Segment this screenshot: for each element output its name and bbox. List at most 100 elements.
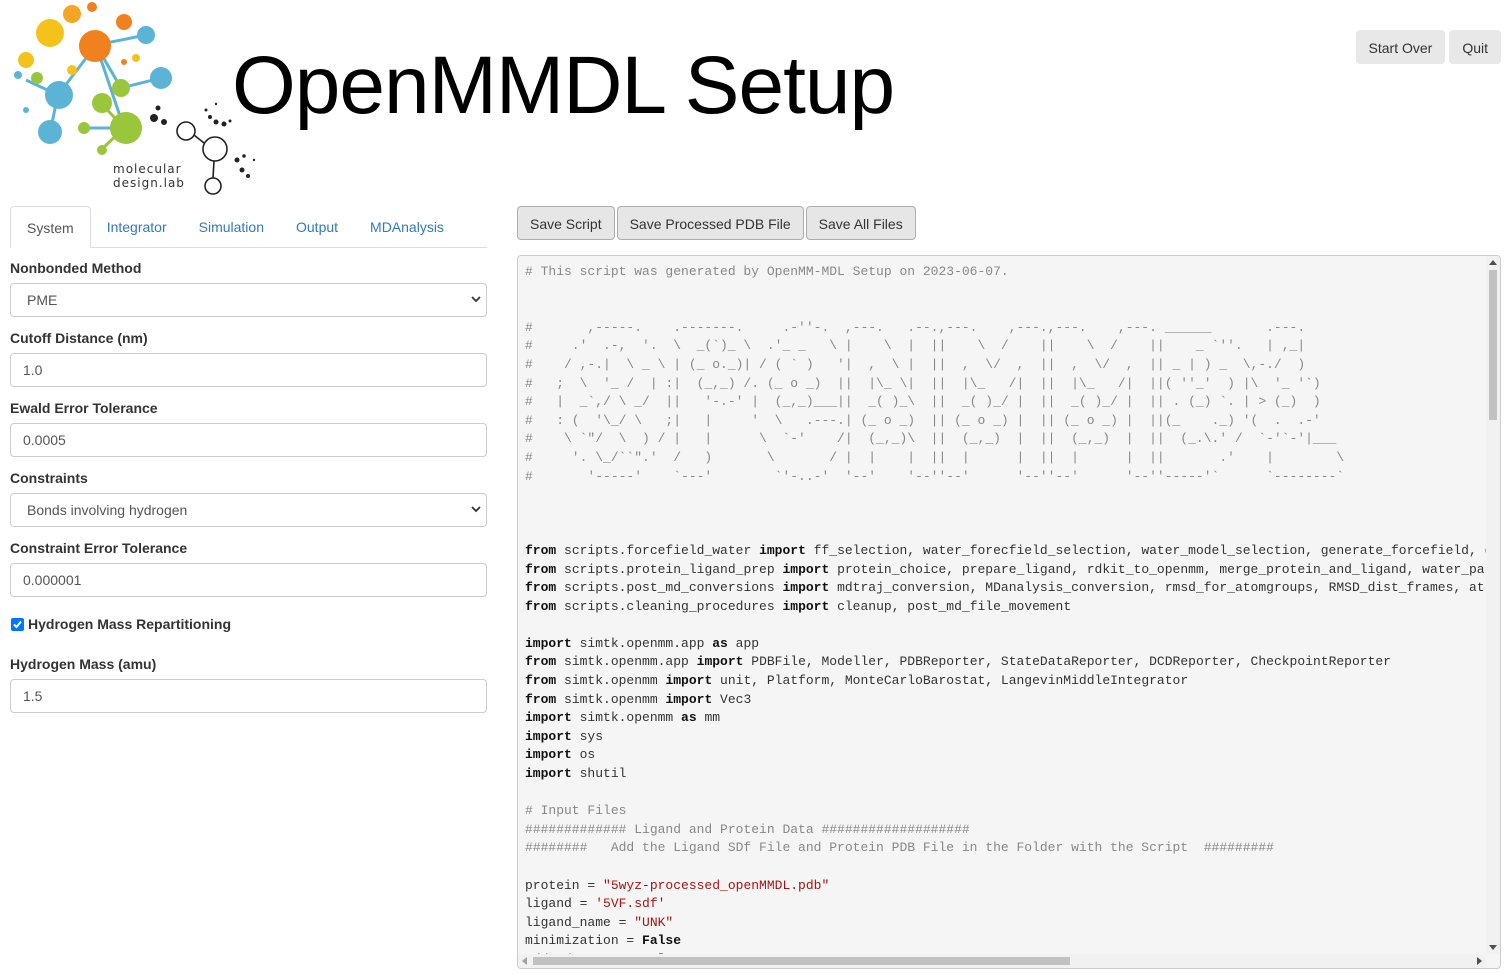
chevron-down-icon <box>471 296 481 303</box>
code-token: app <box>727 635 760 651</box>
code-token: from <box>525 542 557 558</box>
code-token: # ; \ '_ / | :| (_,_) /. (_ o _) || |\_ … <box>525 375 1321 391</box>
settings-panel: System Integrator Simulation Output MDAn… <box>10 206 487 713</box>
code-token: # '-----' `---' `'-..-' '--' '--''--' '-… <box>525 468 1345 484</box>
code-token: import <box>665 673 713 689</box>
tab-mdanalysis[interactable]: MDAnalysis <box>354 206 460 247</box>
code-line: protein = "5wyz-processed_openMMDL.pdb" <box>525 877 1486 896</box>
code-line: # | _`,/ \ _/ || '-.-' | (_,_)___|| _( )… <box>525 393 1486 412</box>
code-line: # This script was generated by OpenMM-MD… <box>525 263 1486 282</box>
tab-integrator[interactable]: Integrator <box>91 206 183 247</box>
tab-output[interactable]: Output <box>280 206 354 247</box>
code-token: scripts.post_md_conversions <box>556 580 783 596</box>
code-line: from simtk.openmm import Vec3 <box>525 691 1486 710</box>
horizontal-scroll-thumb[interactable] <box>533 957 1070 965</box>
page-title: OpenMMDL Setup <box>232 40 895 131</box>
constraint-tolerance-label: Constraint Error Tolerance <box>10 540 188 556</box>
code-token: import <box>525 635 572 651</box>
nonbonded-method-select[interactable]: PME <box>10 283 487 317</box>
ewald-tolerance-label: Ewald Error Tolerance <box>10 400 158 416</box>
hmr-row: Hydrogen Mass Repartitioning <box>10 616 487 632</box>
code-token: mm <box>696 710 721 726</box>
code-token: import <box>525 766 572 782</box>
tab-simulation[interactable]: Simulation <box>183 206 280 247</box>
code-line: ############# Ligand and Protein Data ##… <box>525 821 1486 840</box>
code-token: # : ( '\_/ \ ;| | ' \ .---.| (_ o _) || … <box>525 412 1321 428</box>
hmr-label[interactable]: Hydrogen Mass Repartitioning <box>28 616 231 632</box>
code-token: import <box>782 580 830 596</box>
code-token: "UNK" <box>634 914 674 930</box>
code-token: simtk.openmm.app <box>556 654 697 670</box>
code-token: ligand_name = <box>525 914 635 930</box>
code-token: scripts.cleaning_procedures <box>556 598 783 614</box>
code-line: # .' .-, '. \ _(`)_ \ .'_ _ \ | \ | || \… <box>525 337 1486 356</box>
code-line: # ; \ '_ / | :| (_,_) /. (_ o _) || |\_ … <box>525 375 1486 394</box>
code-line: ligand = '5VF.sdf' <box>525 895 1486 914</box>
code-token: ############# Ligand and Protein Data ##… <box>525 821 970 837</box>
horizontal-scrollbar[interactable] <box>518 954 1486 968</box>
quit-button[interactable]: Quit <box>1449 30 1501 64</box>
code-token: # '. \_/``".' / ) \ / | | | || | | || | … <box>525 449 1345 465</box>
code-token: as <box>681 710 697 726</box>
code-line: ######## Add the Ligand SDf File and Pro… <box>525 839 1486 858</box>
hydrogen-mass-input[interactable] <box>10 679 487 713</box>
code-line: from scripts.protein_ligand_prep import … <box>525 561 1486 580</box>
code-token: import <box>525 728 572 744</box>
code-token: # This script was generated by OpenMM-MD… <box>525 264 1009 279</box>
code-line: # ,-----. .-------. .-''-. ,---. .--.,--… <box>525 319 1486 338</box>
script-code: # This script was generated by OpenMM-MD… <box>525 263 1486 954</box>
constraint-tolerance-input[interactable] <box>10 563 487 597</box>
start-over-button[interactable]: Start Over <box>1355 30 1446 64</box>
code-token: # .' .-, '. \ _(`)_ \ .'_ _ \ | \ | || \… <box>525 338 1306 354</box>
code-token: ligand = <box>525 896 596 912</box>
scroll-down-icon[interactable] <box>1489 945 1497 950</box>
code-token: from <box>525 598 557 614</box>
ewald-tolerance-input[interactable] <box>10 423 487 457</box>
tab-system[interactable]: System <box>10 206 91 248</box>
code-line: from simtk.openmm import unit, Platform,… <box>525 672 1486 691</box>
code-token: import <box>759 542 806 558</box>
scroll-right-icon[interactable] <box>1477 957 1482 965</box>
code-token: # / ,-.| \ _ \ | (_ o._)| / ( ` ) '| , \… <box>525 356 1306 372</box>
code-line: # '-----' `---' `'-..-' '--' '--''--' '-… <box>525 468 1486 487</box>
code-line: from scripts.forcefield_water import ff_… <box>525 542 1486 561</box>
save-all-files-button[interactable]: Save All Files <box>805 206 916 240</box>
code-token: import <box>782 598 830 614</box>
code-token: # | _`,/ \ _/ || '-.-' | (_,_)___|| _( )… <box>525 394 1321 410</box>
constraint-tolerance-group: Constraint Error Tolerance <box>10 540 487 597</box>
code-token: scripts.forcefield_water <box>556 542 760 558</box>
code-token: ######## Add the Ligand SDf File and Pro… <box>525 840 1274 856</box>
code-token: from <box>525 691 557 707</box>
code-line: import shutil <box>525 765 1486 784</box>
scroll-left-icon[interactable] <box>522 957 527 965</box>
cutoff-distance-label: Cutoff Distance (nm) <box>10 330 148 346</box>
header-actions: Start Over Quit <box>1355 30 1501 64</box>
svg-text:design.lab: design.lab <box>113 176 185 190</box>
code-token: import <box>525 710 572 726</box>
code-token: '5VF.sdf' <box>595 896 666 912</box>
settings-tabs: System Integrator Simulation Output MDAn… <box>10 206 487 248</box>
code-token: PDBFile, Modeller, PDBReporter, StateDat… <box>743 654 1391 670</box>
cutoff-distance-group: Cutoff Distance (nm) <box>10 330 487 387</box>
save-pdb-button[interactable]: Save Processed PDB File <box>616 206 804 240</box>
hmr-checkbox[interactable] <box>11 617 24 631</box>
script-viewer[interactable]: # This script was generated by OpenMM-MD… <box>517 255 1501 969</box>
constraints-label: Constraints <box>10 470 88 486</box>
constraints-select[interactable]: Bonds involving hydrogen <box>10 493 487 527</box>
code-token: simtk.openmm <box>556 673 666 689</box>
cutoff-distance-input[interactable] <box>10 353 487 387</box>
code-line: from scripts.post_md_conversions import … <box>525 579 1486 598</box>
scroll-up-icon[interactable] <box>1489 260 1497 265</box>
svg-text:molecular: molecular <box>113 162 182 176</box>
code-token: "5wyz-processed_openMMDL.pdb" <box>603 877 830 893</box>
vertical-scrollbar[interactable] <box>1486 256 1500 954</box>
code-token: from <box>525 580 557 596</box>
vertical-scroll-thumb[interactable] <box>1489 270 1497 420</box>
code-line: import simtk.openmm.app as app <box>525 635 1486 654</box>
code-token: protein = <box>525 877 604 893</box>
save-script-button[interactable]: Save Script <box>517 206 615 240</box>
